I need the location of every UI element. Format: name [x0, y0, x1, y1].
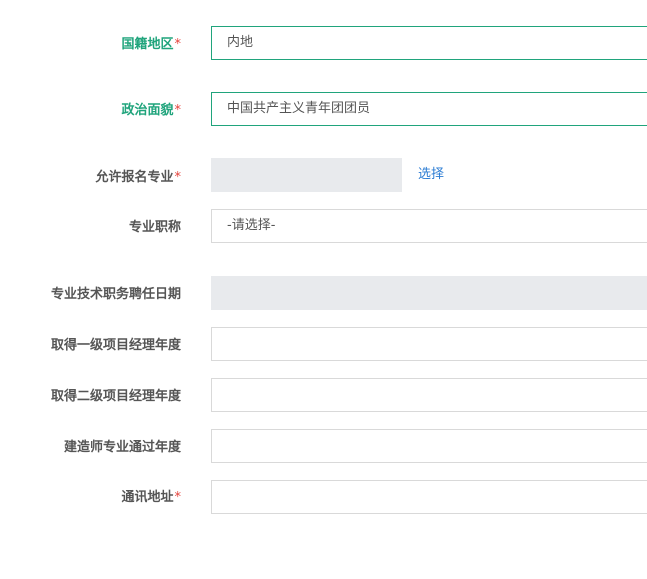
tech-appointment-date-label: 专业技术职务聘任日期	[51, 286, 181, 304]
allowed-major-label-text: 允许报名专业	[95, 170, 174, 185]
allowed-major-label: 允许报名专业*	[95, 169, 181, 187]
mailing-address-label-text: 通讯地址	[121, 490, 174, 505]
professional-title-select[interactable]: -请选择-	[211, 209, 647, 243]
select-major-link[interactable]: 选择	[418, 166, 444, 184]
constructor-pass-year-label: 建造师专业通过年度	[64, 439, 181, 457]
constructor-pass-year-label-text: 建造师专业通过年度	[63, 440, 181, 455]
required-mark: *	[174, 170, 182, 185]
constructor-pass-year-input[interactable]	[211, 429, 647, 463]
tech-appointment-date-label-text: 专业技术职务聘任日期	[50, 287, 181, 302]
required-mark: *	[174, 490, 182, 505]
professional-title-label-text: 专业职称	[128, 220, 181, 235]
mailing-address-label: 通讯地址*	[121, 489, 181, 507]
political-status-label-text: 政治面貌	[121, 103, 174, 118]
required-mark: *	[174, 103, 182, 118]
political-status-label: 政治面貌*	[121, 102, 181, 120]
first-class-pm-year-label: 取得一级项目经理年度	[51, 337, 181, 355]
nationality-field[interactable]: 内地	[211, 26, 647, 60]
registration-form: 国籍地区* 内地 政治面貌* 中国共产主义青年团团员 允许报名专业* 选择 专业…	[0, 0, 647, 579]
first-class-pm-year-label-text: 取得一级项目经理年度	[50, 338, 181, 353]
allowed-major-field	[211, 158, 402, 192]
political-status-field[interactable]: 中国共产主义青年团团员	[211, 92, 647, 126]
required-mark: *	[174, 37, 182, 52]
first-class-pm-year-input[interactable]	[211, 327, 647, 361]
second-class-pm-year-label: 取得二级项目经理年度	[51, 388, 181, 406]
tech-appointment-date-field	[211, 276, 647, 310]
second-class-pm-year-label-text: 取得二级项目经理年度	[50, 389, 181, 404]
nationality-label-text: 国籍地区	[121, 37, 174, 52]
nationality-label: 国籍地区*	[121, 36, 181, 54]
second-class-pm-year-input[interactable]	[211, 378, 647, 412]
professional-title-label: 专业职称	[129, 219, 181, 237]
mailing-address-input[interactable]	[211, 480, 647, 514]
